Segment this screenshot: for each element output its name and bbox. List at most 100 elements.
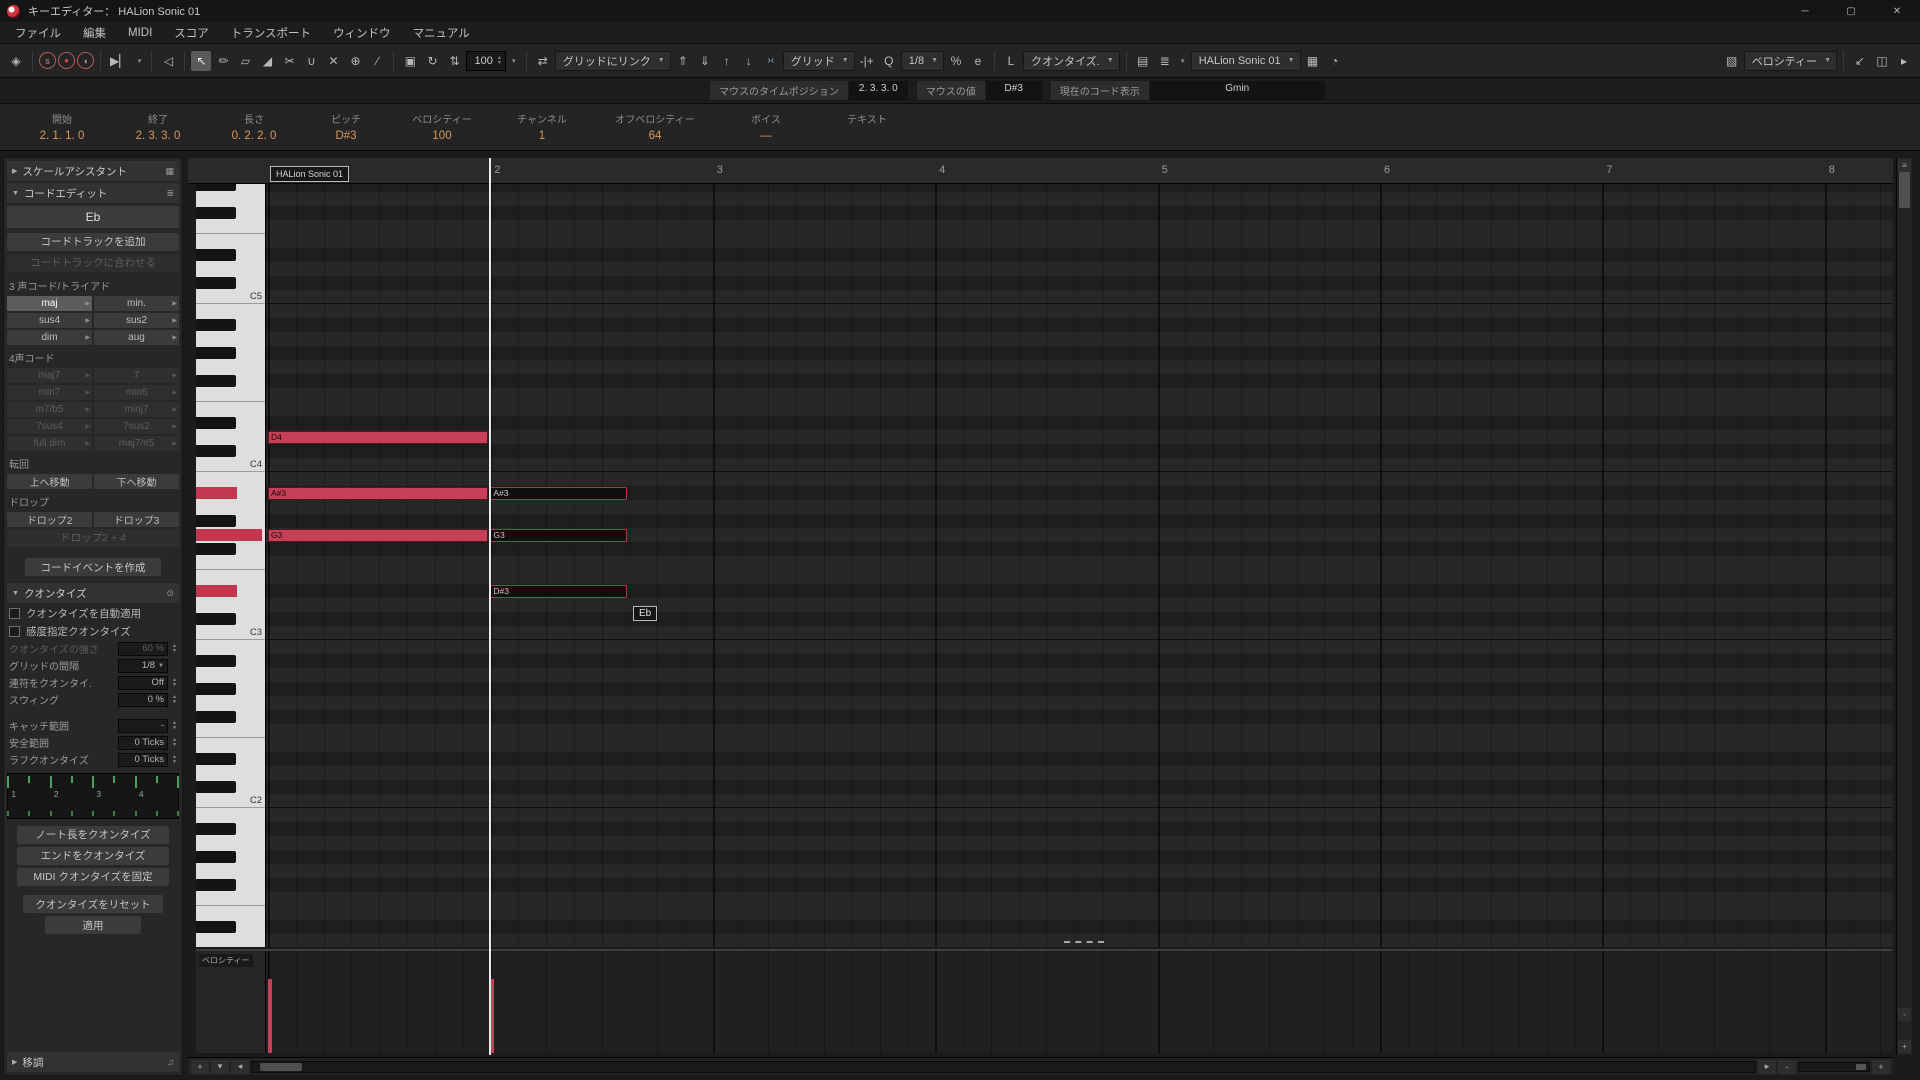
section-transpose[interactable]: ▶ 移調 ♫ (7, 1052, 179, 1072)
grid-link-select[interactable]: グリッドにリンク ▼ (554, 50, 671, 71)
piano-key-white[interactable] (196, 808, 265, 822)
tetrad-button-8[interactable]: full dim ▶ (7, 436, 92, 451)
vertical-scrollbar[interactable]: ≡ - + (1896, 158, 1912, 1055)
horizontal-scrollbar-thumb[interactable] (260, 1062, 302, 1071)
drop-button-1[interactable]: ドロップ3 (94, 512, 179, 527)
grid-plus-minus-button[interactable]: -|+ (857, 51, 877, 71)
note-layer-button[interactable]: ▤ (1133, 51, 1153, 71)
iterative-quantize-button[interactable]: % (946, 51, 966, 71)
auto-apply-quantize-checkbox[interactable] (9, 607, 20, 619)
create-chord-event-button[interactable]: コードイベントを作成 (25, 558, 161, 576)
independent-loop-button[interactable]: ↻ (422, 51, 442, 71)
quantize-icon[interactable]: Q (879, 51, 899, 71)
piano-key-black[interactable] (196, 920, 265, 934)
piano-key-white[interactable] (196, 262, 265, 276)
midi-note[interactable]: D4 (268, 430, 489, 444)
spinner-arrows[interactable]: ▲ ▼ (170, 694, 179, 705)
spinner-arrows[interactable]: ▲ ▼ (170, 677, 179, 688)
midi-note[interactable]: A#3 (490, 486, 628, 500)
timeline-ruler[interactable]: 2 3 4 5 6 7 8 (188, 158, 1893, 184)
piano-key-black[interactable] (196, 206, 265, 220)
hzoom-out-button[interactable]: - (1778, 1059, 1796, 1074)
info-field[interactable]: テキスト (812, 104, 922, 150)
draw-tool[interactable]: ✏ (213, 51, 233, 71)
drop-button-0[interactable]: ドロップ2 (7, 512, 92, 527)
piano-key-white[interactable] (196, 696, 265, 710)
add-chord-track-button[interactable]: コードトラックを追加 (7, 232, 179, 251)
piano-key-black[interactable] (196, 822, 265, 836)
piano-keyboard[interactable]: C5C4C3C2C1 (196, 184, 266, 947)
velocity-lane[interactable]: ベロシティー (196, 949, 1893, 1053)
drop-2-4-button[interactable]: ドロップ2 + 4 (7, 528, 179, 547)
tetrad-button-3[interactable]: min6 ▶ (94, 385, 179, 400)
menu-item-5[interactable]: ウィンドウ (322, 22, 402, 43)
quantize-note-length-button[interactable]: ノート長をクオンタイズ (17, 825, 169, 844)
piano-key-black[interactable] (196, 710, 265, 724)
tetrad-button-5[interactable]: minj7 ▶ (94, 402, 179, 417)
piano-key-black[interactable] (196, 654, 265, 668)
piano-key-black[interactable] (196, 444, 265, 458)
midi-note[interactable]: A#3 (268, 486, 489, 500)
param-value-box[interactable]: 1/8 ▼ (118, 658, 168, 673)
piano-key-black[interactable] (196, 542, 265, 556)
triad-button-5[interactable]: aug ▶ (94, 330, 179, 345)
piano-key-black[interactable] (196, 346, 265, 360)
tetrad-button-4[interactable]: m7/b5 ▶ (7, 402, 92, 417)
param-value-box[interactable]: 0 Ticks (118, 735, 168, 750)
show-note-expression-button[interactable]: ▦ (1303, 51, 1323, 71)
info-field[interactable]: 長さ 0. 2. 2. 0 (206, 104, 302, 150)
piano-key-white[interactable] (196, 234, 265, 248)
velocity-lane-label[interactable]: ベロシティー (199, 954, 253, 967)
current-chord-display[interactable]: Eb (7, 206, 179, 228)
info-field[interactable]: 終了 2. 3. 3. 0 (110, 104, 206, 150)
piano-key-white[interactable] (196, 430, 265, 444)
nudge-up-button[interactable]: ↑ (717, 51, 737, 71)
vzoom-out-button[interactable]: - (1898, 1008, 1911, 1021)
piano-key-white[interactable] (196, 598, 265, 612)
acoustic-feedback-button[interactable]: ◖ (77, 52, 94, 69)
section-scale-assistant[interactable]: ▶ スケールアシスタント ▦ (7, 161, 179, 181)
match-with-chord-track-button[interactable]: コードトラックに合わせる (7, 253, 179, 272)
quantize-panel-button[interactable]: e (968, 51, 988, 71)
autoscroll-options-button[interactable]: ▾ (133, 51, 145, 71)
info-field[interactable]: ベロシティー 100 (390, 104, 494, 150)
param-value-box[interactable]: 0 % (118, 692, 168, 707)
solo-editor-button[interactable]: s (39, 52, 56, 69)
split-tool[interactable]: ✂ (279, 51, 299, 71)
vzoom-in-button[interactable]: + (1898, 1040, 1911, 1053)
hzoom-in-button[interactable]: + (1872, 1059, 1890, 1074)
piano-key-black[interactable] (196, 248, 265, 262)
part-editing-mode-button[interactable]: ▣ (400, 51, 420, 71)
piano-key-white[interactable] (196, 304, 265, 318)
piano-key-black[interactable] (196, 682, 265, 696)
trim-tool[interactable]: ◢ (257, 51, 277, 71)
zoom-tool[interactable]: ⊕ (345, 51, 365, 71)
piano-key-white[interactable] (196, 892, 265, 906)
event-colors-icon[interactable]: ▧ (1722, 51, 1742, 71)
grid-link-icon[interactable]: ⇄ (533, 51, 553, 71)
scroll-left-button[interactable]: ◂ (231, 1059, 249, 1074)
piano-key-white[interactable] (196, 570, 265, 584)
spinner-arrows[interactable]: ▲ ▼ (497, 55, 502, 66)
piano-key-white[interactable] (196, 360, 265, 374)
minimize-button[interactable]: ─ (1782, 0, 1828, 22)
piano-key-white[interactable] (196, 934, 265, 947)
inversion-button-1[interactable]: 下へ移動 (94, 474, 179, 489)
piano-key-white[interactable] (196, 738, 265, 752)
erase-tool[interactable]: ▱ (235, 51, 255, 71)
piano-key-white[interactable] (196, 766, 265, 780)
lane-divider-handle[interactable] (1064, 941, 1104, 943)
tetrad-button-7[interactable]: 7sus2 ▶ (94, 419, 179, 434)
soft-quantize-checkbox[interactable] (9, 625, 20, 637)
horizontal-zoom-slider[interactable] (1798, 1061, 1870, 1072)
tetrad-button-1[interactable]: 7 ▶ (94, 368, 179, 383)
apply-quantize-button[interactable]: 適用 (45, 916, 141, 934)
insert-velocity-menu-button[interactable]: ▾ (508, 51, 520, 71)
time-format-button[interactable]: ◔ (1325, 51, 1345, 71)
menu-item-3[interactable]: スコア (163, 22, 220, 43)
piano-key-white[interactable] (196, 906, 265, 920)
menu-item-2[interactable]: MIDI (117, 22, 163, 43)
piano-key-white[interactable] (196, 500, 265, 514)
menu-item-1[interactable]: 編集 (72, 22, 117, 43)
lane-menu-button[interactable]: ▾ (1177, 51, 1189, 71)
